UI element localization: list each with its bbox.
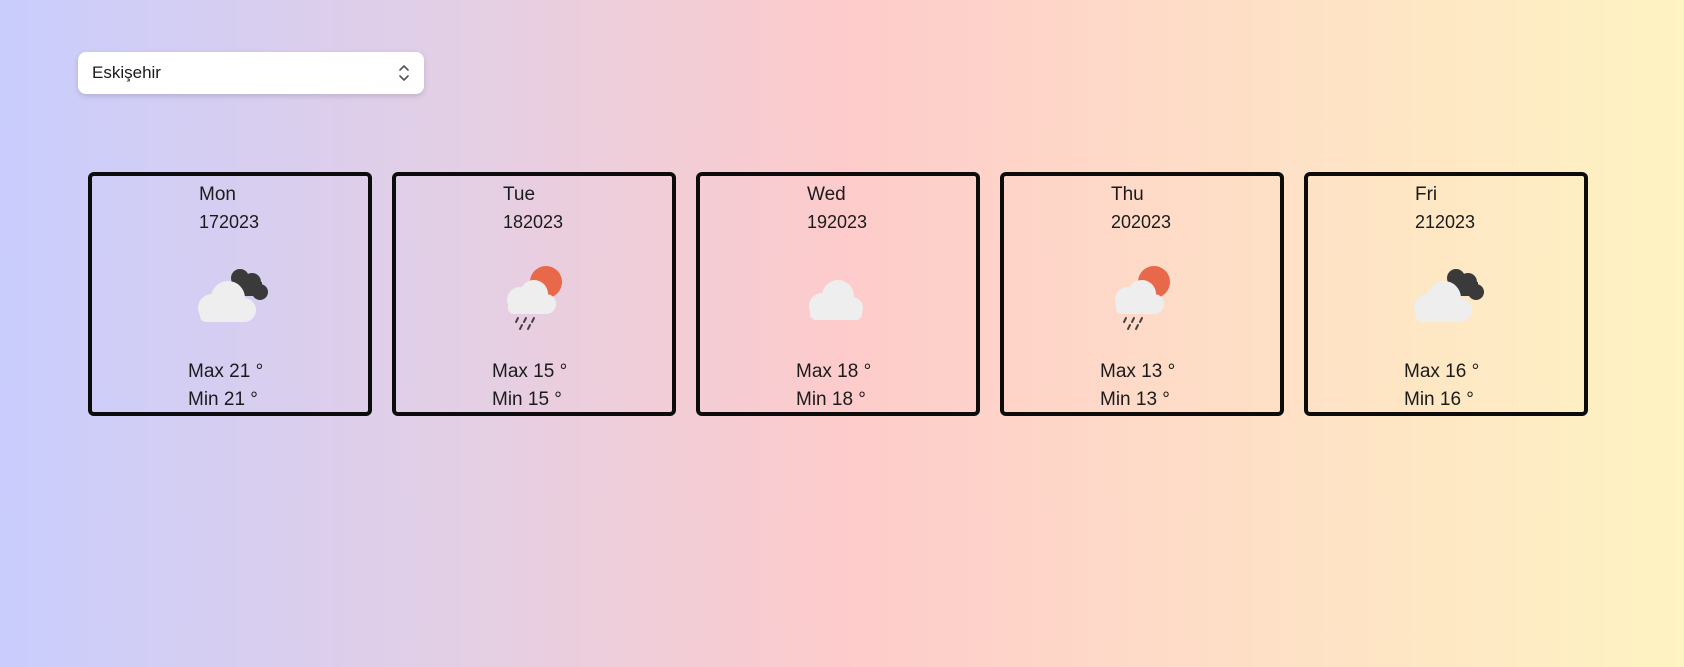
card-date: 192023 [807,212,868,232]
cloud-night-icon [1398,258,1488,334]
card-date: 202023 [1111,212,1172,232]
forecast-card-mon: Mon 172023 Max 21 ° Min 21 ° [88,172,372,416]
forecast-list: Mon 172023 Max 21 ° Min 21 ° Tue 182023 … [88,172,1588,416]
card-date: 172023 [199,212,260,232]
forecast-card-fri: Fri 212023 Max 16 ° Min 16 ° [1304,172,1588,416]
card-min-temp: Min 16 ° [1404,389,1474,410]
card-day: Wed [807,184,846,205]
card-min-temp: Min 15 ° [492,389,562,410]
card-day: Thu [1111,184,1144,205]
forecast-card-thu: Thu 202023 Max 13 ° Min 13 ° [1000,172,1284,416]
card-max-temp: Max 18 ° [796,361,872,382]
forecast-card-wed: Wed 192023 Max 18 ° Min 18 ° [696,172,980,416]
city-select-value: Eskişehir [92,63,161,82]
card-max-temp: Max 21 ° [188,361,264,382]
cloud-icon [790,258,880,334]
card-max-temp: Max 15 ° [492,361,568,382]
sun-cloud-rain-icon [486,258,576,334]
card-min-temp: Min 13 ° [1100,389,1170,410]
card-date: 212023 [1415,212,1476,232]
card-min-temp: Min 21 ° [188,389,258,410]
card-day: Mon [199,184,236,205]
card-min-temp: Min 18 ° [796,389,866,410]
card-day: Fri [1415,184,1438,205]
card-max-temp: Max 13 ° [1100,361,1176,382]
chevron-up-down-icon [398,63,410,83]
card-day: Tue [503,184,536,205]
card-max-temp: Max 16 ° [1404,361,1480,382]
card-date: 182023 [503,212,564,232]
city-select[interactable]: Eskişehir [78,52,424,94]
sun-cloud-rain-icon [1094,258,1184,334]
cloud-night-icon [182,258,272,334]
forecast-card-tue: Tue 182023 Max 15 ° Min 15 ° [392,172,676,416]
